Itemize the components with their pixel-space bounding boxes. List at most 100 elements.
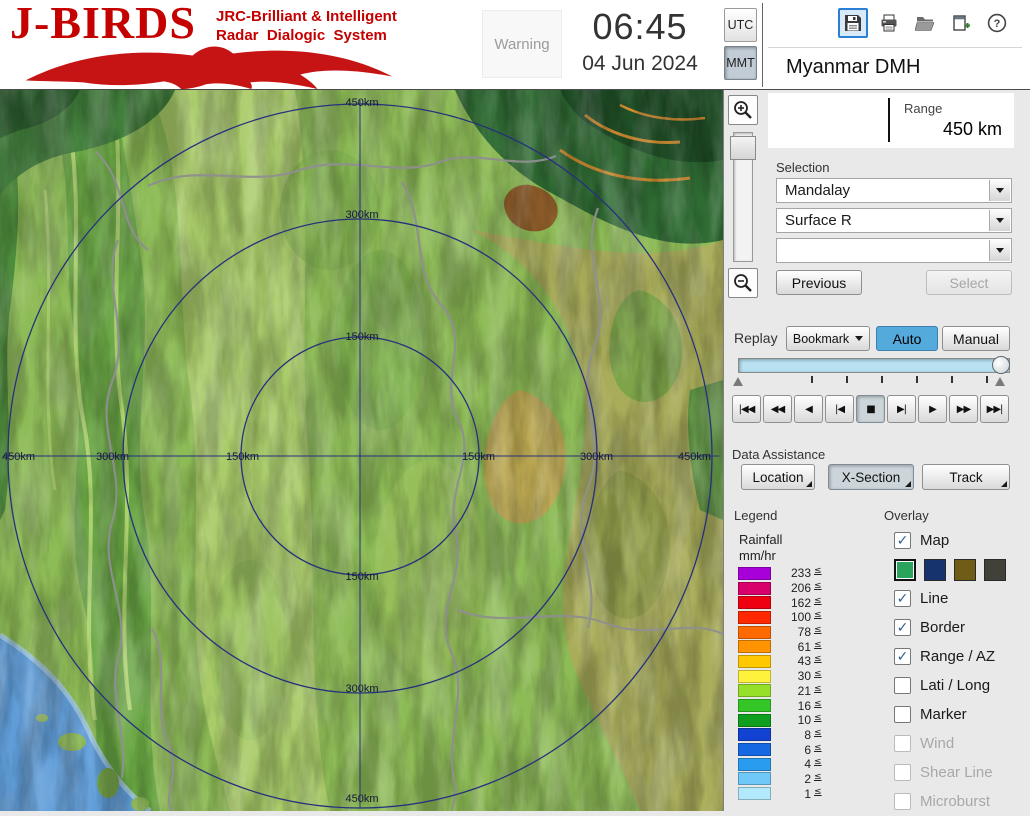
legend-entry: 6≤ bbox=[738, 742, 822, 757]
overlay-item-border[interactable]: ✓Border bbox=[894, 613, 1024, 642]
ring-label: 450km bbox=[345, 793, 378, 805]
ring-label: 150km bbox=[462, 451, 495, 463]
overlay-item-label: Range / AZ bbox=[920, 648, 995, 665]
checkbox[interactable]: ✓ bbox=[894, 648, 911, 665]
replay-jump-start-button[interactable]: |◀◀ bbox=[732, 395, 761, 423]
track-button[interactable]: Track bbox=[922, 464, 1010, 490]
replay-stop-button[interactable]: ■ bbox=[856, 395, 885, 423]
legend-entry: 61≤ bbox=[738, 639, 822, 654]
bookmark-button[interactable]: Bookmark bbox=[786, 326, 870, 351]
timeline-tick bbox=[881, 376, 883, 383]
auto-mode-button[interactable]: Auto bbox=[876, 326, 938, 351]
save-icon bbox=[843, 13, 863, 33]
dropdown-arrow-button[interactable] bbox=[989, 210, 1010, 231]
less-equal-icon: ≤ bbox=[814, 566, 822, 576]
overlay-item-microburst: Microburst bbox=[894, 787, 1024, 816]
extra-dropdown[interactable] bbox=[776, 238, 1012, 263]
less-equal-icon: ≤ bbox=[814, 787, 822, 797]
legend-entry: 21≤ bbox=[738, 684, 822, 699]
checkbox[interactable]: ✓ bbox=[894, 532, 911, 549]
legend-color-swatch bbox=[738, 714, 771, 727]
select-button[interactable]: Select bbox=[926, 270, 1012, 295]
utc-button[interactable]: UTC bbox=[724, 8, 757, 42]
less-equal-icon: ≤ bbox=[814, 713, 822, 723]
new-window-icon bbox=[951, 13, 971, 33]
timeline-start-marker bbox=[733, 377, 743, 386]
zoom-slider-thumb[interactable] bbox=[730, 136, 756, 160]
mmt-button[interactable]: MMT bbox=[724, 46, 757, 80]
overlay-item-label: Wind bbox=[920, 735, 954, 752]
chevron-down-icon bbox=[996, 218, 1004, 223]
legend-unit-line1: Rainfall bbox=[739, 532, 782, 547]
legend-entry: 206≤ bbox=[738, 581, 822, 596]
overlay-item-shear-line: Shear Line bbox=[894, 758, 1024, 787]
replay-step-forward-button[interactable]: ▶| bbox=[887, 395, 916, 423]
replay-jump-end-button[interactable]: ▶▶| bbox=[980, 395, 1009, 423]
print-button[interactable] bbox=[874, 8, 904, 38]
dropdown-arrow-button[interactable] bbox=[989, 240, 1010, 261]
product-dropdown[interactable]: Surface R bbox=[776, 208, 1012, 233]
new-window-button[interactable] bbox=[946, 8, 976, 38]
legend-color-swatch bbox=[738, 596, 771, 609]
range-value: 450 km bbox=[943, 119, 1002, 140]
dropdown-arrow-button[interactable] bbox=[989, 180, 1010, 201]
overlay-checkbox-list: ✓Map✓Line✓Border✓Range / AZLati / LongMa… bbox=[894, 526, 1024, 816]
legend-threshold-value: 100 bbox=[775, 610, 811, 624]
help-button[interactable]: ? bbox=[982, 8, 1012, 38]
legend-color-swatch bbox=[738, 728, 771, 741]
replay-timeline-thumb[interactable] bbox=[992, 356, 1010, 374]
svg-text:?: ? bbox=[994, 18, 1001, 30]
save-button[interactable] bbox=[838, 8, 868, 38]
x-section-button[interactable]: X-Section bbox=[828, 464, 914, 490]
site-dropdown[interactable]: Mandalay bbox=[776, 178, 1012, 203]
corner-mark-icon bbox=[1001, 481, 1007, 487]
ring-label: 450km bbox=[345, 97, 378, 109]
legend-color-swatch bbox=[738, 670, 771, 683]
overlay-item-marker[interactable]: Marker bbox=[894, 700, 1024, 729]
checkbox[interactable] bbox=[894, 706, 911, 723]
ring-label: 300km bbox=[96, 451, 129, 463]
timeline-tick bbox=[986, 376, 988, 383]
legend-entry: 162≤ bbox=[738, 595, 822, 610]
overlay-item-line[interactable]: ✓Line bbox=[894, 584, 1024, 613]
overlay-item-label: Lati / Long bbox=[920, 677, 990, 694]
clock-date: 04 Jun 2024 bbox=[554, 52, 726, 76]
map-color-swatch-1[interactable] bbox=[924, 559, 946, 581]
map-color-swatch-2[interactable] bbox=[954, 559, 976, 581]
map-color-swatch-0[interactable] bbox=[894, 559, 916, 581]
overlay-item-lati-long[interactable]: Lati / Long bbox=[894, 671, 1024, 700]
data-assistance-section-label: Data Assistance bbox=[732, 447, 825, 462]
range-divider bbox=[888, 98, 890, 142]
checkbox[interactable] bbox=[894, 735, 911, 752]
legend-threshold-value: 43 bbox=[775, 654, 811, 668]
replay-timeline-track[interactable] bbox=[738, 358, 1010, 373]
replay-play-reverse-button[interactable]: ◀ bbox=[794, 395, 823, 423]
site-dropdown-value: Mandalay bbox=[777, 179, 1011, 202]
replay-transport-controls: |◀◀◀◀◀|◀■▶|▶▶▶▶▶| bbox=[732, 395, 1009, 423]
less-equal-icon: ≤ bbox=[814, 640, 822, 650]
checkbox[interactable] bbox=[894, 677, 911, 694]
checkbox[interactable] bbox=[894, 793, 911, 810]
zoom-in-button[interactable] bbox=[728, 95, 758, 125]
legend-color-swatch bbox=[738, 772, 771, 785]
timeline-tick bbox=[951, 376, 953, 383]
replay-fast-rewind-button[interactable]: ◀◀ bbox=[763, 395, 792, 423]
map-color-swatch-3[interactable] bbox=[984, 559, 1006, 581]
previous-button[interactable]: Previous bbox=[776, 270, 862, 295]
app-logo-tagline-1: JRC-Brilliant & Intelligent bbox=[216, 8, 397, 25]
radar-map[interactable]: 450km 300km 150km 150km 300km 450km 450k… bbox=[0, 90, 723, 811]
replay-step-back-button[interactable]: |◀ bbox=[825, 395, 854, 423]
checkbox[interactable]: ✓ bbox=[894, 590, 911, 607]
checkbox[interactable] bbox=[894, 764, 911, 781]
replay-play-button[interactable]: ▶ bbox=[918, 395, 947, 423]
manual-mode-button[interactable]: Manual bbox=[942, 326, 1010, 351]
zoom-out-button[interactable] bbox=[728, 268, 758, 298]
ring-label: 450km bbox=[2, 451, 35, 463]
replay-fast-forward-button[interactable]: ▶▶ bbox=[949, 395, 978, 423]
overlay-item-map[interactable]: ✓Map bbox=[894, 526, 1024, 555]
open-folder-button[interactable] bbox=[910, 8, 940, 38]
location-button[interactable]: Location bbox=[741, 464, 815, 490]
checkbox[interactable]: ✓ bbox=[894, 619, 911, 636]
overlay-item-range-az[interactable]: ✓ Range / AZ bbox=[894, 642, 1024, 671]
chevron-down-icon bbox=[996, 188, 1004, 193]
